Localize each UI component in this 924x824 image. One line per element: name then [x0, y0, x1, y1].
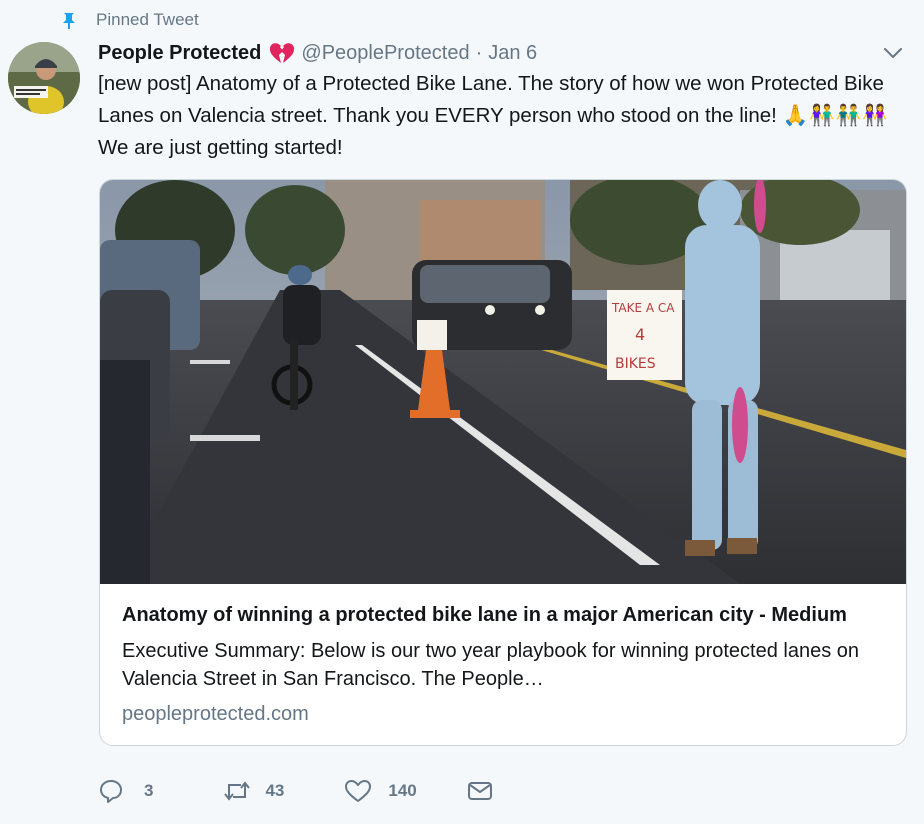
card-body: Anatomy of winning a protected bike lane… — [122, 584, 882, 726]
tweet-actions: 3 43 140 — [98, 774, 493, 808]
card-description: Executive Summary: Below is our two year… — [122, 640, 860, 690]
display-name[interactable]: People Protected — [98, 42, 261, 65]
avatar-image — [8, 42, 80, 114]
like-count: 140 — [388, 781, 417, 800]
like-icon — [345, 780, 372, 802]
svg-text:BIKES: BIKES — [615, 356, 656, 372]
reply-icon — [100, 780, 122, 803]
sign-text: TAKE A CA — [611, 301, 675, 315]
retweet-button[interactable]: 43 — [223, 774, 284, 808]
card-domain: peopleprotected.com — [122, 703, 309, 725]
card-image: TAKE A CA 4 BIKES — [100, 180, 906, 584]
tweet-header: People Protected @PeopleProtected · Jan … — [98, 38, 537, 68]
broken-heart-icon — [270, 43, 295, 63]
link-card[interactable]: TAKE A CA 4 BIKES Anatomy of winning a p… — [99, 179, 907, 746]
tweet-text-tail: We are just getting started! — [98, 136, 343, 159]
pinned-tweet-label-row: Pinned Tweet — [60, 8, 199, 32]
reply-button[interactable]: 3 — [98, 774, 153, 808]
avatar[interactable] — [8, 42, 80, 114]
retweet-icon — [224, 781, 251, 801]
tweet-emojis: 🙏👫👬👭 — [782, 104, 889, 127]
tweet-text-main: [new post] Anatomy of a Protected Bike L… — [98, 72, 884, 127]
retweet-count: 43 — [265, 781, 285, 800]
like-button[interactable]: 140 — [344, 774, 417, 808]
chevron-down-icon[interactable] — [880, 42, 906, 64]
pin-icon — [63, 13, 75, 29]
svg-text:4: 4 — [635, 325, 645, 344]
separator: · — [475, 41, 483, 64]
reply-count: 3 — [144, 781, 154, 800]
handle[interactable]: @PeopleProtected — [301, 42, 469, 65]
card-title: Anatomy of winning a protected bike lane… — [122, 604, 847, 626]
tweet-text: [new post] Anatomy of a Protected Bike L… — [98, 68, 898, 164]
direct-message-icon — [467, 782, 492, 800]
direct-message-button[interactable] — [467, 774, 493, 808]
pinned-label: Pinned Tweet — [96, 10, 199, 29]
tweet-date[interactable]: Jan 6 — [488, 42, 537, 65]
